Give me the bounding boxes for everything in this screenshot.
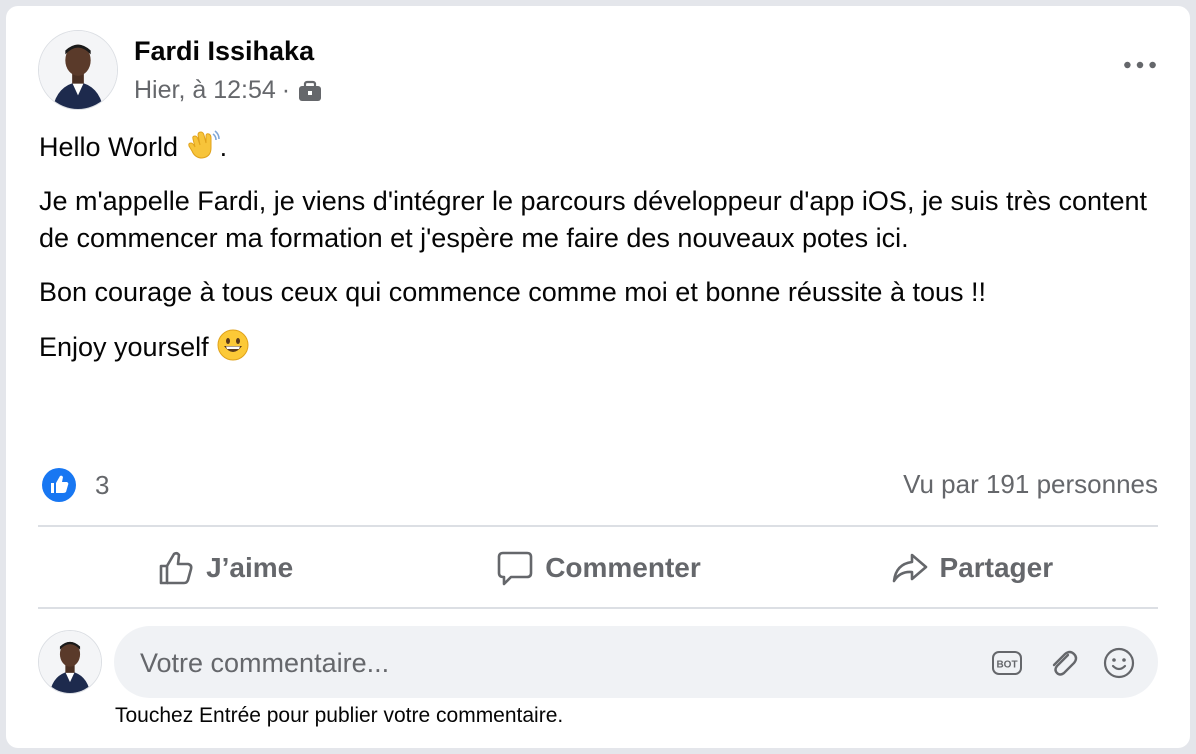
grinning-face-emoji: [216, 328, 250, 362]
reactions-summary[interactable]: 3: [41, 467, 109, 503]
seen-by-count[interactable]: Vu par 191 personnes: [903, 469, 1158, 500]
speech-bubble-icon: [497, 551, 533, 586]
like-count: 3: [95, 469, 110, 500]
share-button-label: Partager: [939, 552, 1054, 583]
divider-bottom: [38, 607, 1158, 609]
meta-separator: ·: [281, 76, 291, 104]
post-paragraph-4: Enjoy yourself: [39, 328, 1149, 366]
like-button-label: J’aime: [206, 552, 294, 583]
share-arrow-icon: [892, 553, 927, 583]
like-button[interactable]: J’aime: [38, 528, 411, 608]
action-bar: J’aime Commenter Partager: [38, 528, 1158, 608]
emoji-icon[interactable]: [1102, 646, 1136, 680]
more-options-button[interactable]: [1120, 50, 1160, 80]
comment-button-label: Commenter: [545, 552, 701, 583]
author-avatar[interactable]: [38, 30, 118, 110]
post-card: Fardi Issihaka Hier, à 12:54 · Hello Wor…: [6, 6, 1190, 748]
bot-icon[interactable]: BOT: [990, 646, 1024, 680]
waving-hand-emoji: [186, 128, 220, 162]
author-name[interactable]: Fardi Issihaka: [134, 36, 314, 67]
share-button[interactable]: Partager: [785, 528, 1158, 608]
comment-composer: BOT: [114, 626, 1158, 700]
post-line-4-text: Enjoy yourself: [39, 332, 209, 362]
comment-button[interactable]: Commenter: [411, 528, 784, 608]
like-reaction-icon: [41, 467, 77, 503]
more-dots-icon: [1124, 61, 1156, 69]
post-timestamp[interactable]: Hier, à 12:54: [134, 76, 276, 105]
divider-top: [38, 525, 1158, 527]
commenter-avatar[interactable]: [38, 630, 102, 694]
post-paragraph-3: Bon courage à tous ceux qui commence com…: [39, 277, 987, 307]
post-meta: Hier, à 12:54 ·: [134, 76, 324, 105]
post-paragraph-1: Hello World .: [39, 128, 1149, 166]
thumbs-up-icon: [159, 551, 193, 585]
briefcase-icon: [296, 78, 324, 104]
post-paragraph-2: Je m'appelle Fardi, je viens d'intégrer …: [39, 186, 1148, 253]
post-body: Hello World . Je m'appelle Fardi, je vie…: [39, 128, 1149, 383]
svg-text:BOT: BOT: [996, 660, 1017, 671]
post-line-1-suffix: .: [219, 132, 228, 162]
comment-input[interactable]: [138, 626, 962, 700]
attachment-icon[interactable]: [1046, 646, 1080, 680]
post-line-1-text: Hello World: [39, 132, 179, 162]
comment-hint: Touchez Entrée pour publier votre commen…: [115, 704, 564, 727]
